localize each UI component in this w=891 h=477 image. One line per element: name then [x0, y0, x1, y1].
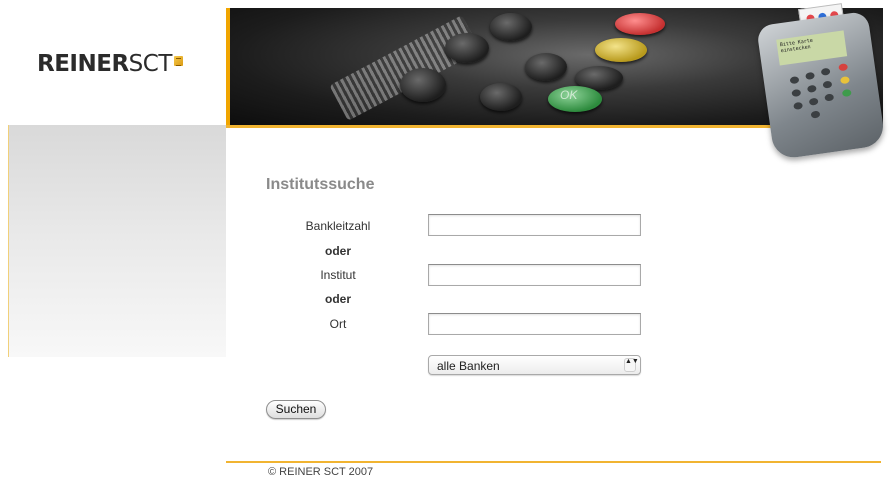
- logo-area: REINERSCT: [0, 0, 226, 125]
- bank-type-select[interactable]: alle Banken ▲▼: [428, 355, 641, 375]
- keypad-key-icon: [525, 53, 567, 81]
- logo-thin-text: SCT: [128, 51, 173, 77]
- ort-label: Ort: [329, 317, 347, 331]
- keyboard-strip-decoration: [329, 15, 481, 121]
- logo-bold-text: REINER: [37, 51, 129, 77]
- reader-screen: Bitte Karte einstecken: [776, 30, 848, 66]
- bankleitzahl-input[interactable]: [428, 214, 641, 236]
- institut-label: Institut: [320, 268, 356, 282]
- keypad-key-icon: [445, 33, 489, 63]
- copyright-text: © REINER SCT 2007: [268, 466, 374, 477]
- sidebar-panel: [8, 125, 226, 357]
- reiner-sct-logo: REINERSCT: [37, 51, 183, 77]
- footer-divider: [226, 461, 881, 463]
- chip-icon: [173, 56, 183, 66]
- keypad-red-key-icon: [615, 13, 665, 35]
- keypad-yellow-key-icon: [595, 38, 647, 62]
- bankleitzahl-label: Bankleitzahl: [305, 219, 371, 233]
- keypad-key-icon: [480, 83, 522, 111]
- bank-type-selected-value: alle Banken: [437, 359, 500, 373]
- oder-separator: oder: [324, 244, 351, 258]
- ok-key-label: OK: [560, 88, 578, 102]
- institut-input[interactable]: [428, 264, 641, 286]
- keypad-key-icon: [400, 68, 446, 102]
- search-button[interactable]: Suchen: [266, 400, 326, 419]
- select-arrows-icon: ▲▼: [624, 358, 639, 372]
- keypad-key-icon: [490, 13, 532, 41]
- page-title: Institutssuche: [266, 176, 375, 193]
- ort-input[interactable]: [428, 313, 641, 335]
- oder-separator: oder: [324, 292, 351, 306]
- card-reader-icon: Bitte Karte einstecken: [756, 10, 886, 161]
